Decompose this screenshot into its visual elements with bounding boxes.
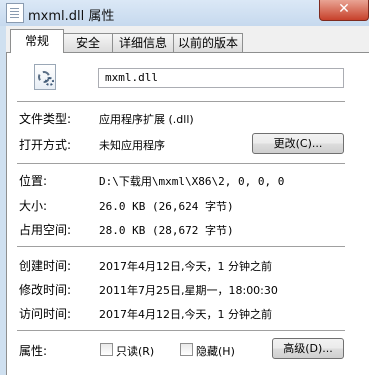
divider (17, 163, 345, 165)
readonly-checkbox-label[interactable]: 只读(R) (116, 343, 154, 359)
window-title: mxml.dll 属性 (28, 9, 115, 24)
disk-size-value: 28.0 KB (28,672 字节) (99, 224, 234, 237)
divider (17, 101, 345, 103)
close-button[interactable]: ✕ (319, 0, 369, 21)
tab-general[interactable]: 常规 (10, 29, 64, 53)
hidden-checkbox-label[interactable]: 隐藏(H) (196, 343, 235, 359)
file-type-value: 应用程序扩展 (.dll) (99, 113, 194, 126)
tab-previous-versions[interactable]: 以前的版本 (173, 33, 243, 52)
divider (17, 246, 345, 248)
size-label: 大小: (19, 199, 48, 213)
size-value: 26.0 KB (26,624 字节) (99, 200, 234, 213)
tab-details[interactable]: 详细信息 (112, 33, 174, 52)
location-label: 位置: (19, 174, 48, 188)
modified-label: 修改时间: (19, 283, 72, 297)
created-value: 2017年4月12日,今天，1 分钟之前 (99, 260, 272, 273)
dialog-body: 常规 安全 详细信息 以前的版本 mxml.dll 文件类型: 应用程序扩展 (… (6, 26, 369, 375)
open-with-value: 未知应用程序 (99, 139, 165, 152)
document-icon (6, 3, 24, 23)
readonly-checkbox[interactable] (100, 343, 113, 356)
accessed-label: 访问时间: (19, 307, 72, 321)
hidden-checkbox[interactable] (180, 343, 193, 356)
dll-settings-file-icon (34, 64, 56, 90)
attributes-label: 属性: (19, 344, 48, 358)
file-name-input[interactable]: mxml.dll (98, 68, 344, 88)
divider (17, 330, 345, 332)
change-button[interactable]: 更改(C)... (252, 133, 344, 154)
created-label: 创建时间: (19, 259, 72, 273)
advanced-button[interactable]: 高级(D)... (272, 338, 344, 359)
modified-value: 2011年7月25日,星期一，18:00:30 (99, 284, 278, 297)
gear-small-icon (45, 77, 54, 86)
file-type-label: 文件类型: (19, 112, 72, 126)
accessed-value: 2017年4月12日,今天，1 分钟之前 (99, 308, 272, 321)
disk-size-label: 占用空间: (19, 223, 72, 237)
title-bar: mxml.dll 属性 ✕ (0, 0, 369, 26)
tab-security[interactable]: 安全 (63, 33, 113, 52)
open-with-label: 打开方式: (19, 138, 72, 152)
location-value: D:\下载用\mxml\X86\2, 0, 0, 0 (99, 175, 285, 188)
